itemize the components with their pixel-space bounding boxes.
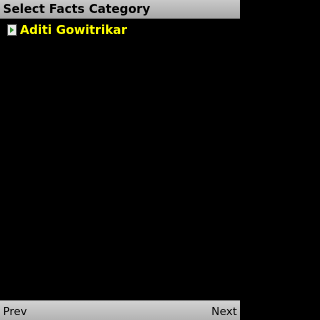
list-item[interactable]: Aditi Gowitrikar bbox=[7, 23, 127, 37]
title-bar: Select Facts Category bbox=[0, 0, 240, 19]
document-icon bbox=[7, 24, 17, 36]
softkey-bar: Prev Next bbox=[0, 300, 240, 320]
page-title: Select Facts Category bbox=[3, 2, 151, 16]
list-item-label: Aditi Gowitrikar bbox=[20, 23, 128, 37]
next-button[interactable]: Next bbox=[211, 305, 237, 318]
category-list: Aditi Gowitrikar bbox=[0, 19, 240, 299]
prev-button[interactable]: Prev bbox=[3, 305, 27, 318]
